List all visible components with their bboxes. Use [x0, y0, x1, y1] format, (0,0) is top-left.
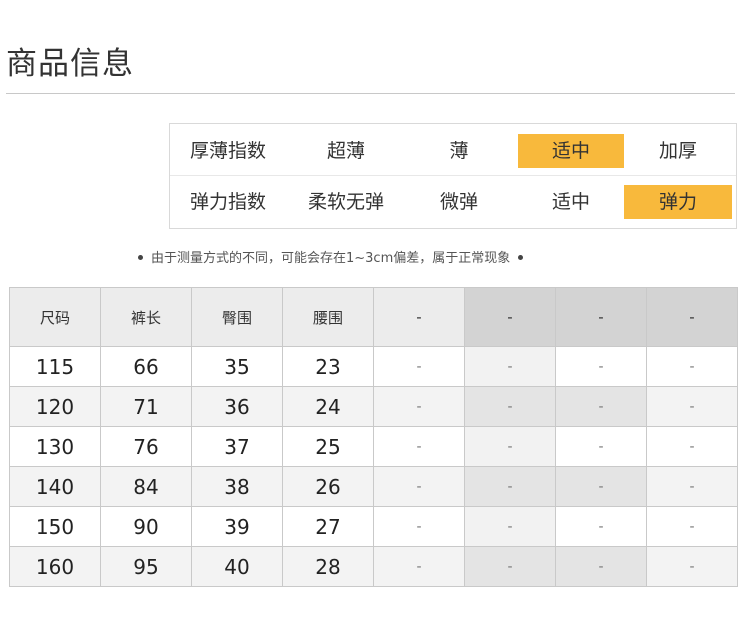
table-cell: -: [555, 506, 647, 547]
attribute-panel: 厚薄指数 超薄 薄 适中 加厚 弹力指数 柔软无弹 微弹 适中 弹力: [169, 123, 737, 229]
table-cell: -: [464, 506, 556, 547]
table-cell: -: [464, 466, 556, 507]
table-row: 140 84 38 26 - - - -: [9, 466, 738, 507]
column-header: 尺码: [9, 287, 101, 347]
table-cell: 120: [9, 386, 101, 427]
table-cell: -: [464, 426, 556, 467]
table-cell: -: [646, 346, 738, 387]
table-cell: 25: [282, 426, 374, 467]
elasticity-option-selected: 弹力: [624, 185, 732, 219]
table-cell: 23: [282, 346, 374, 387]
table-cell: 71: [100, 386, 192, 427]
table-cell: -: [464, 386, 556, 427]
table-cell: 115: [9, 346, 101, 387]
table-cell: 38: [191, 466, 283, 507]
table-cell: 37: [191, 426, 283, 467]
table-cell: -: [646, 386, 738, 427]
table-cell: 27: [282, 506, 374, 547]
table-cell: 39: [191, 506, 283, 547]
table-cell: 66: [100, 346, 192, 387]
elasticity-option: 适中: [551, 191, 590, 213]
note-text: 由于测量方式的不同，可能会存在1~3cm偏差，属于正常现象: [151, 251, 511, 266]
thickness-row: 厚薄指数 超薄 薄 适中 加厚: [170, 125, 736, 176]
table-cell: -: [373, 426, 465, 467]
table-cell: -: [555, 466, 647, 507]
table-cell: -: [555, 346, 647, 387]
title-divider: [6, 93, 735, 94]
table-cell: 28: [282, 546, 374, 587]
page-title: 商品信息: [6, 46, 134, 82]
table-cell: 76: [100, 426, 192, 467]
column-header: 臀围: [191, 287, 283, 347]
elasticity-option: 微弹: [439, 191, 478, 213]
bullet-icon: [138, 255, 143, 260]
bullet-icon: [518, 255, 524, 260]
table-cell: -: [646, 426, 738, 467]
measurement-note: 由于测量方式的不同，可能会存在1~3cm偏差，属于正常现象: [138, 247, 524, 266]
table-cell: -: [373, 546, 465, 587]
table-cell: -: [555, 546, 647, 587]
table-cell: 35: [191, 346, 283, 387]
thickness-option: 加厚: [658, 140, 697, 162]
column-header: -: [464, 287, 556, 347]
table-row: 150 90 39 27 - - - -: [9, 506, 738, 547]
table-cell: -: [373, 506, 465, 547]
table-cell: 95: [100, 546, 192, 587]
table-cell: 160: [9, 546, 101, 587]
table-cell: -: [555, 426, 647, 467]
table-cell: -: [646, 466, 738, 507]
table-cell: 24: [282, 386, 374, 427]
column-header: -: [646, 287, 738, 347]
table-cell: 140: [9, 466, 101, 507]
elasticity-option: 柔软无弹: [307, 191, 384, 213]
table-row: 130 76 37 25 - - - -: [9, 426, 738, 467]
table-cell: 130: [9, 426, 101, 467]
table-row: 160 95 40 28 - - - -: [9, 546, 738, 587]
column-header: 腰围: [282, 287, 374, 347]
table-row: 115 66 35 23 - - - -: [9, 346, 738, 387]
table-cell: -: [464, 546, 556, 587]
table-cell: -: [464, 346, 556, 387]
thickness-label: 厚薄指数: [189, 140, 266, 162]
table-cell: 40: [191, 546, 283, 587]
size-table: 尺码 裤长 臀围 腰围 - - - - 115 66 35 23 - - - -…: [9, 287, 738, 587]
table-cell: -: [555, 386, 647, 427]
table-cell: -: [373, 346, 465, 387]
table-cell: 26: [282, 466, 374, 507]
table-header-row: 尺码 裤长 臀围 腰围 - - - -: [9, 287, 738, 347]
column-header: 裤长: [100, 287, 192, 347]
elasticity-label: 弹力指数: [189, 191, 266, 213]
table-cell: 90: [100, 506, 192, 547]
table-cell: 84: [100, 466, 192, 507]
thickness-option-selected: 适中: [518, 134, 624, 168]
column-header: -: [373, 287, 465, 347]
thickness-option: 薄: [449, 140, 469, 162]
table-cell: -: [373, 466, 465, 507]
column-header: -: [555, 287, 647, 347]
table-cell: -: [373, 386, 465, 427]
table-cell: 150: [9, 506, 101, 547]
table-cell: -: [646, 546, 738, 587]
table-row: 120 71 36 24 - - - -: [9, 386, 738, 427]
table-cell: 36: [191, 386, 283, 427]
thickness-option: 超薄: [326, 140, 365, 162]
elasticity-row: 弹力指数 柔软无弹 微弹 适中 弹力: [170, 176, 736, 226]
table-cell: -: [646, 506, 738, 547]
